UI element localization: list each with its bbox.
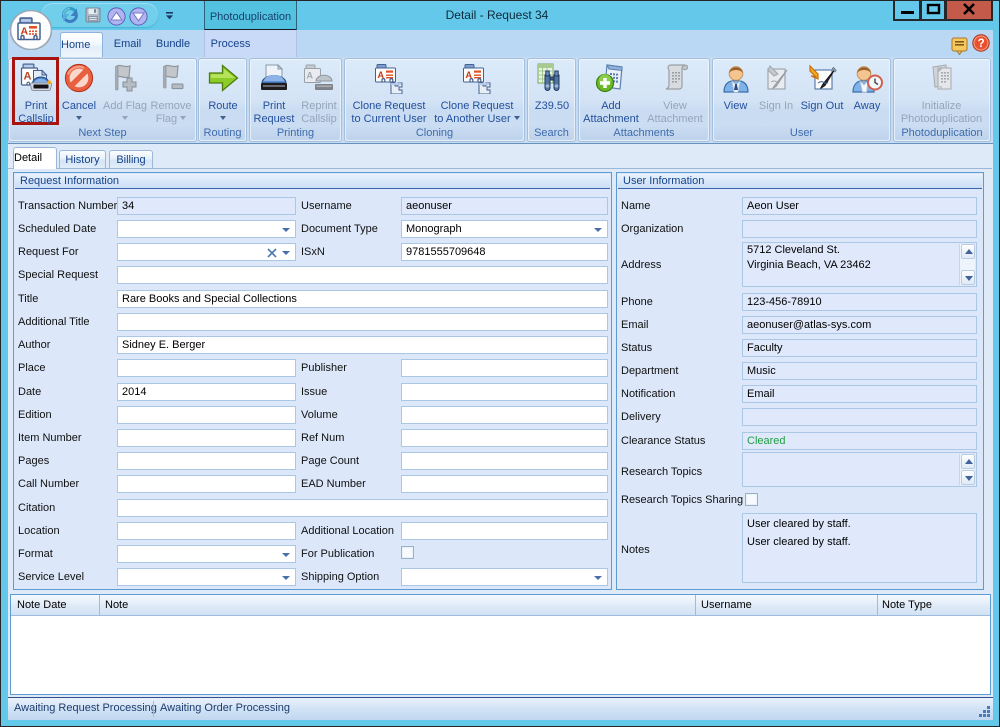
svg-text:A: A <box>24 71 32 83</box>
svg-text:A: A <box>307 71 314 81</box>
svg-text:?: ? <box>978 38 985 50</box>
